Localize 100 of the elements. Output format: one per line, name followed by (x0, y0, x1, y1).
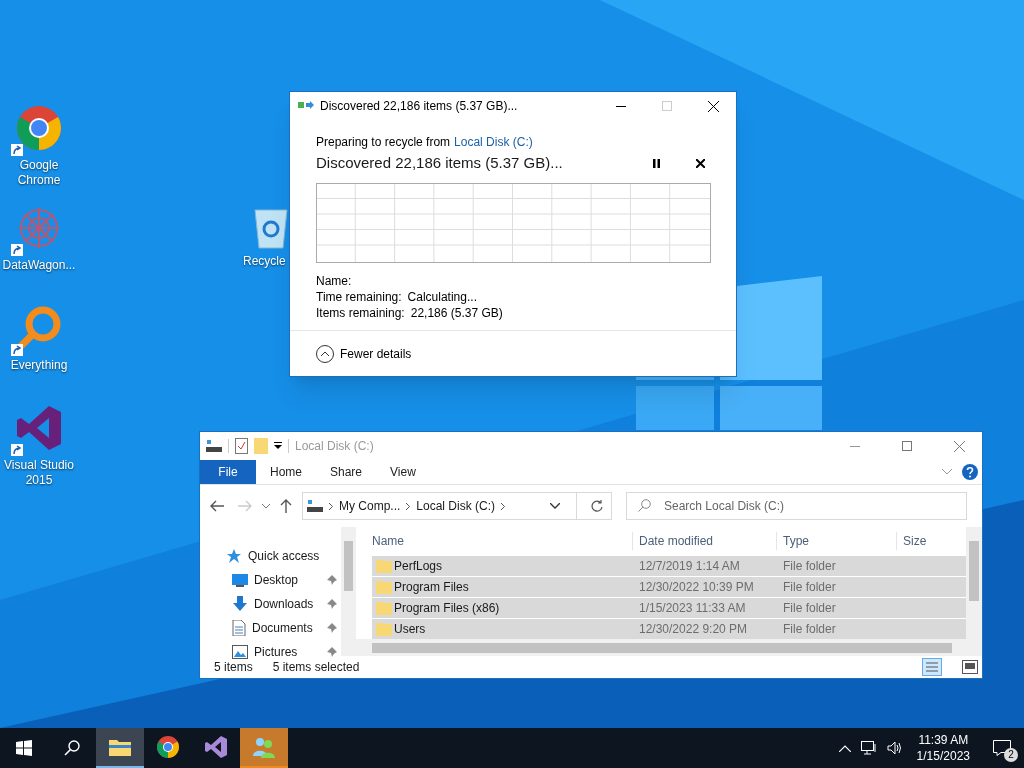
clock[interactable]: 11:39 AM 1/15/2023 (912, 732, 974, 764)
file-type: File folder (782, 621, 837, 638)
up-arrow-icon[interactable] (280, 499, 292, 513)
nav-item[interactable]: Desktop (254, 571, 299, 589)
shortcut-arrow-icon (11, 344, 23, 356)
pin-icon (327, 623, 337, 633)
file-date: 12/30/2022 10:39 PM (638, 579, 755, 596)
pause-icon (652, 158, 660, 168)
close-icon (695, 158, 705, 168)
detail-label: Items remaining: (316, 304, 405, 321)
folder-icon (108, 737, 132, 757)
file-name: PerfLogs (394, 558, 444, 575)
chevron-right-icon (406, 502, 411, 510)
column-header[interactable]: Name (372, 531, 632, 550)
taskbar-app[interactable] (96, 728, 144, 768)
windows-logo-icon (16, 740, 32, 756)
source-link[interactable]: Local Disk (C:) (454, 134, 533, 150)
horizontal-scrollbar[interactable] (356, 639, 982, 656)
folder-icon (376, 559, 392, 573)
dropdown-icon[interactable] (274, 442, 282, 450)
file-row[interactable]: Program Files (x86) 1/15/2023 11:33 AM File folder (372, 598, 966, 618)
preview-view-icon[interactable] (962, 660, 978, 674)
chevron-up-icon[interactable] (838, 744, 851, 752)
file-row[interactable]: Users 12/30/2022 9:20 PM File folder (372, 619, 966, 639)
search-field[interactable]: Search Local Disk (C:) (626, 492, 967, 520)
shortcut-arrow-icon (11, 244, 23, 256)
detail-value: Calculating... (407, 288, 477, 305)
detail-value: 22,186 (5.37 GB) (410, 304, 503, 321)
chevron-right-icon (501, 502, 506, 510)
breadcrumb-item[interactable]: Local Disk (C:) (416, 497, 496, 515)
properties-icon[interactable] (235, 438, 248, 454)
detail-label: Time remaining: (316, 288, 402, 305)
nav-item[interactable]: Documents (252, 619, 313, 637)
minimize-icon (616, 105, 626, 107)
visual-studio-icon (15, 404, 63, 452)
shortcut-arrow-icon (11, 444, 23, 456)
window-title: Local Disk (C:) (295, 438, 375, 455)
chevron-right-icon (329, 502, 333, 510)
address-bar[interactable]: My Comp... Local Disk (C:) (302, 492, 612, 520)
download-arrow-icon (232, 596, 248, 612)
notification-badge: 2 (1004, 748, 1018, 762)
ribbon-tab[interactable]: File (200, 460, 256, 484)
ribbon-tab[interactable]: Share (316, 460, 377, 484)
folder-icon (376, 622, 392, 636)
star-icon (226, 548, 242, 564)
refresh-icon[interactable] (591, 500, 603, 512)
search-icon (64, 740, 80, 756)
drive-icon (307, 499, 323, 513)
selection-count: 5 items selected (272, 659, 360, 676)
item-count: 5 items (214, 659, 253, 676)
nav-item[interactable]: Downloads (254, 595, 314, 613)
progress-heading: Discovered 22,186 items (5.37 GB)... (316, 153, 564, 173)
nav-item[interactable]: Quick access (248, 547, 320, 565)
back-arrow-icon[interactable] (210, 500, 224, 512)
minimize-icon (850, 445, 860, 447)
file-row[interactable]: Program Files 12/30/2022 10:39 PM File folder (372, 577, 966, 597)
file-type: File folder (782, 558, 837, 575)
column-header[interactable]: Date modified (632, 531, 776, 550)
detail-label: Name: (316, 272, 352, 289)
status-text: Preparing to recycle from (316, 134, 451, 150)
volume-icon[interactable] (886, 741, 903, 755)
ribbon-tab[interactable]: View (376, 460, 430, 484)
column-header[interactable]: Type (776, 531, 896, 550)
image-icon (232, 645, 248, 659)
maximize-icon (662, 101, 672, 111)
transfer-icon (298, 100, 314, 112)
file-type: File folder (782, 579, 837, 596)
file-type: File folder (782, 600, 837, 617)
ribbon-tab[interactable]: Home (256, 460, 316, 484)
visual-studio-icon (204, 735, 228, 759)
chrome-icon (15, 104, 63, 152)
folder-icon (376, 580, 392, 594)
file-row[interactable]: PerfLogs 12/7/2019 1:14 AM File folder (372, 556, 966, 576)
collapse-icon (316, 344, 334, 363)
pin-icon (327, 647, 337, 657)
search-icon (638, 499, 651, 512)
drive-icon (206, 439, 222, 453)
chrome-icon (156, 735, 180, 759)
fewer-details-button[interactable]: Fewer details (316, 344, 412, 363)
network-icon[interactable] (860, 741, 877, 755)
file-name: Program Files (x86) (394, 600, 501, 617)
file-date: 12/7/2019 1:14 AM (638, 558, 741, 575)
chevron-down-icon[interactable] (550, 503, 560, 509)
breadcrumb-item[interactable]: My Comp... (339, 497, 401, 515)
scrollbar[interactable] (341, 527, 356, 656)
action-center-button[interactable]: 2 (980, 728, 1024, 768)
file-name: Program Files (394, 579, 470, 596)
pin-icon (327, 599, 337, 609)
monitor-icon (232, 573, 248, 587)
close-icon (707, 100, 719, 112)
nav-item[interactable]: Pictures (254, 643, 298, 661)
file-date: 1/15/2023 11:33 AM (638, 600, 747, 617)
document-icon (232, 620, 246, 636)
file-name: Users (394, 621, 427, 638)
shortcut-arrow-icon (11, 144, 23, 156)
scrollbar[interactable] (966, 527, 982, 639)
maximize-icon (902, 441, 912, 451)
help-icon[interactable] (962, 464, 978, 480)
close-icon (953, 440, 965, 452)
window-title: Discovered 22,186 items (5.37 GB)... (320, 98, 519, 115)
